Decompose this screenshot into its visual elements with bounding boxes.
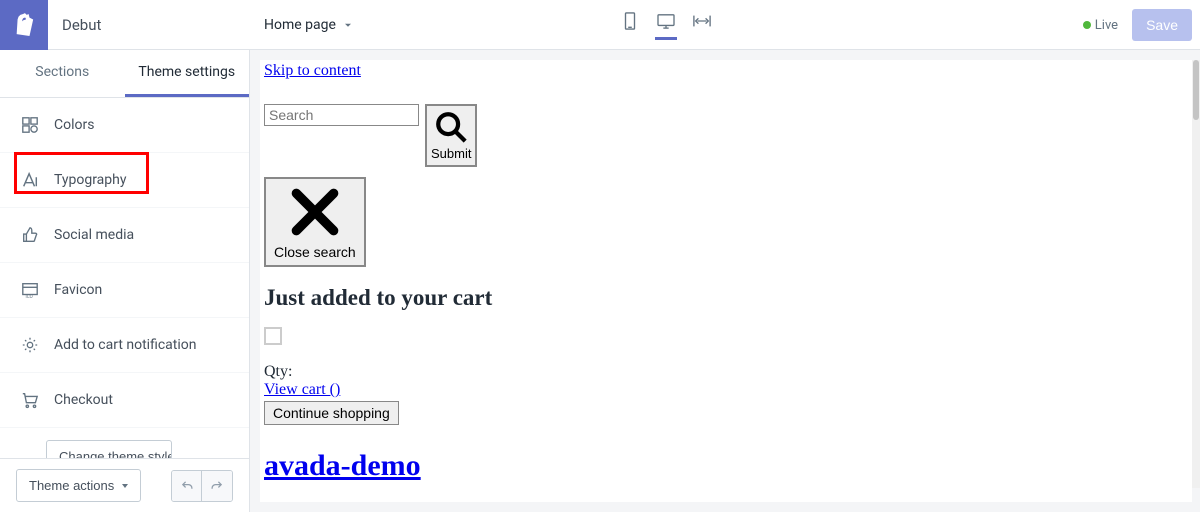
preview-frame[interactable]: Skip to content Submit Close search Just… [260,60,1192,502]
tab-sections[interactable]: Sections [0,50,125,97]
cart-heading: Just added to your cart [264,285,1192,311]
setting-label: Colors [54,117,94,133]
device-mobile-button[interactable] [619,10,641,40]
undo-icon [180,479,194,493]
preview-nav-list: Home Catalog [264,501,1192,502]
close-search-button[interactable]: Close search [264,177,366,267]
shopify-logo [0,0,48,50]
live-status: Live [1083,17,1118,33]
undo-button[interactable] [172,471,202,501]
cart-icon [20,391,40,409]
qty-label: Qty: [264,363,1192,381]
redo-icon [210,479,224,493]
device-fullwidth-button[interactable] [691,10,713,40]
typography-icon [20,171,40,189]
sidebar-footer: Theme actions [0,458,249,512]
setting-label: Add to cart notification [54,337,196,353]
caret-down-icon [122,484,128,488]
cart-item-placeholder [264,327,282,345]
setting-label: Checkout [54,392,113,408]
store-name-heading: avada-demo [264,449,1192,483]
setting-item-typography[interactable]: Typography [0,153,249,208]
sidebar: Sections Theme settings Colors [0,50,250,512]
sidebar-tabs: Sections Theme settings [0,50,249,98]
setting-label: Favicon [54,282,102,298]
search-input[interactable] [264,104,419,126]
theme-name: Debut [48,16,101,34]
favicon-icon: ICO [20,281,40,299]
chevron-down-icon [342,19,354,31]
store-name-link[interactable]: avada-demo [264,449,421,482]
theme-actions-label: Theme actions [29,478,114,493]
search-icon [434,110,468,144]
save-button[interactable]: Save [1132,9,1192,41]
setting-item-add-to-cart[interactable]: Add to cart notification [0,318,249,373]
device-switcher [619,10,713,40]
sidebar-scroll[interactable]: Colors Typography Social media [0,98,249,458]
close-search-label: Close search [274,244,356,260]
theme-actions-button[interactable]: Theme actions [16,469,141,502]
page-selector-label: Home page [264,17,336,33]
view-cart-link[interactable]: View cart () [264,381,340,398]
setting-item-checkout[interactable]: Checkout [0,373,249,428]
preview-area: Skip to content Submit Close search Just… [250,50,1200,512]
thumbs-up-icon [20,226,40,244]
nav-link-home[interactable]: Home [300,501,339,502]
tab-theme-settings[interactable]: Theme settings [125,50,250,97]
change-theme-style-button[interactable]: Change theme style [46,440,172,458]
continue-shopping-button[interactable]: Continue shopping [264,401,399,425]
close-icon [285,184,345,240]
setting-item-colors[interactable]: Colors [0,98,249,153]
submit-label: Submit [431,146,471,161]
setting-item-social-media[interactable]: Social media [0,208,249,263]
topbar: Debut Home page Live Save [0,0,1200,50]
page-selector[interactable]: Home page [264,17,354,33]
device-desktop-button[interactable] [655,10,677,40]
redo-button[interactable] [202,471,232,501]
nav-item: Home [300,501,1192,502]
setting-item-favicon[interactable]: ICO Favicon [0,263,249,318]
gear-icon [20,336,40,354]
colors-icon [20,116,40,134]
skip-to-content-link[interactable]: Skip to content [264,62,361,79]
preview-vertical-scrollbar[interactable] [1192,60,1200,488]
setting-label: Typography [54,172,126,188]
setting-label: Social media [54,227,134,243]
search-submit-button[interactable]: Submit [425,104,477,167]
svg-text:ICO: ICO [26,294,33,299]
undo-redo-group [171,470,233,502]
